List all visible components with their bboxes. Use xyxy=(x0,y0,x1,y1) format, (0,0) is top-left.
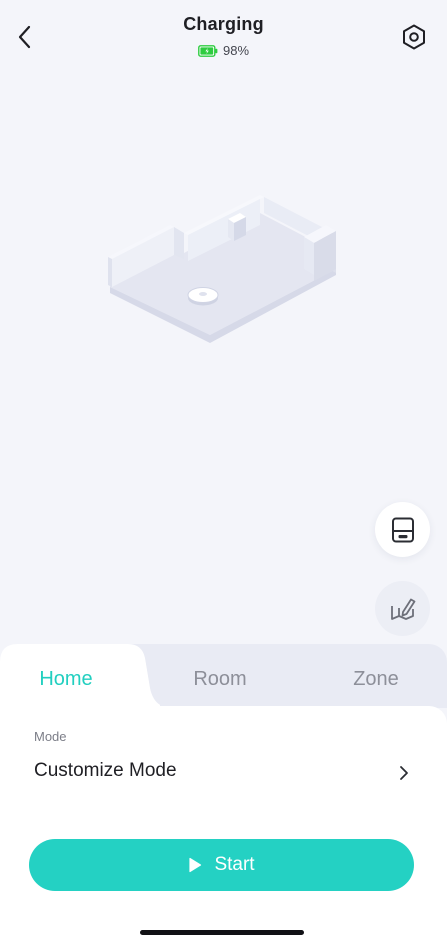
tab-room[interactable]: Room xyxy=(160,668,280,691)
room-map[interactable] xyxy=(100,185,350,360)
battery-percent: 98% xyxy=(222,43,250,58)
settings-button[interactable] xyxy=(398,21,430,53)
mode-label: Mode xyxy=(34,729,67,744)
mode-sheet xyxy=(0,706,447,944)
home-indicator[interactable] xyxy=(140,930,304,935)
dock-icon xyxy=(391,517,414,542)
map-edit-icon xyxy=(390,598,415,620)
edit-map-button[interactable] xyxy=(375,581,430,636)
mode-selector[interactable]: Customize Mode xyxy=(0,754,447,790)
robot-vacuum-screen: Charging 98% Home Room Zone Mode Customi… xyxy=(0,0,447,944)
hexagon-gear-icon xyxy=(403,24,425,50)
chevron-right-icon xyxy=(400,766,408,780)
bottom-panel: Home Room Zone Mode Customize Mode Start xyxy=(0,644,447,944)
play-icon xyxy=(189,857,202,873)
battery-charging-icon xyxy=(198,44,218,57)
start-button-label: Start xyxy=(214,854,255,875)
start-button[interactable]: Start xyxy=(29,839,414,891)
tab-home[interactable]: Home xyxy=(6,668,126,691)
page-title: Charging xyxy=(183,14,264,34)
tab-zone[interactable]: Zone xyxy=(316,668,436,691)
battery-status: 98% xyxy=(0,43,447,58)
mode-value: Customize Mode xyxy=(34,760,177,781)
dock-button[interactable] xyxy=(375,502,430,557)
